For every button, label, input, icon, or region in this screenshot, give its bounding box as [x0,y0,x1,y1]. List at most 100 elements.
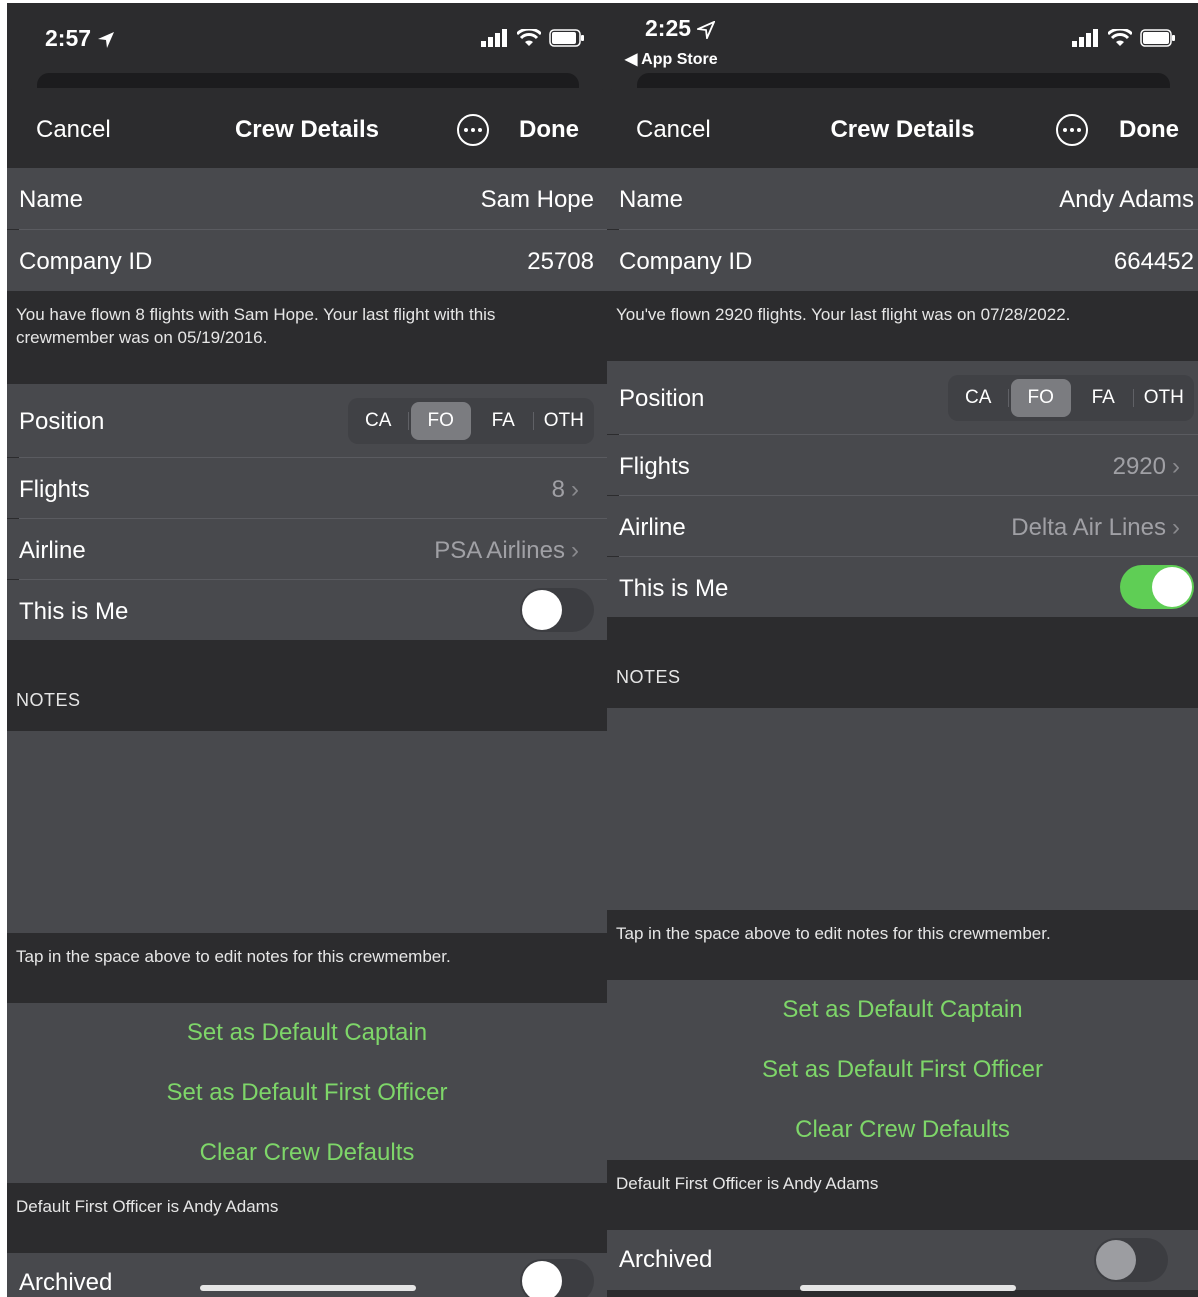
notes-footer: Tap in the space above to edit notes for… [7,933,607,1003]
history-footer: You have flown 8 flights with Sam Hope. … [7,291,607,384]
notes-header-area: NOTES [7,640,607,731]
company-id-row[interactable]: Company ID 664452 [607,230,1198,291]
defaults-note: Default First Officer is Andy Adams [616,1174,879,1193]
cellular-signal-icon [481,29,507,47]
segment-ca[interactable]: CA [348,402,409,440]
notes-textarea[interactable] [7,731,607,933]
notes-header: NOTES [16,690,81,710]
airline-value: Delta Air Lines › [1011,514,1180,541]
company-id-row[interactable]: Company ID 25708 [7,230,607,291]
this-is-me-label: This is Me [619,575,729,602]
notes-hint: Tap in the space above to edit notes for… [16,947,451,966]
position-row: Position CA FO FA OTH [7,384,607,457]
set-default-captain-button[interactable]: Set as Default Captain [7,1003,607,1063]
archived-label: Archived [619,1246,713,1273]
clear-crew-defaults-button[interactable]: Clear Crew Defaults [607,1100,1198,1160]
this-is-me-toggle[interactable] [520,588,594,632]
home-indicator [800,1285,1016,1291]
flight-history-note: You've flown 2920 flights. Your last fli… [616,305,1071,324]
status-icons [1072,29,1176,47]
chevron-right-icon: › [571,476,579,503]
set-default-first-officer-button[interactable]: Set as Default First Officer [7,1063,607,1123]
chevron-right-icon: › [1172,514,1180,541]
archived-toggle[interactable] [520,1259,594,1297]
notes-textarea[interactable] [607,708,1198,910]
company-id-label: Company ID [19,248,153,275]
company-id-label: Company ID [619,248,753,275]
wifi-icon [1108,29,1132,46]
history-footer: You've flown 2920 flights. Your last fli… [607,291,1198,361]
this-is-me-row: This is Me [7,580,607,640]
status-time: 2:57 [45,25,115,52]
flights-label: Flights [619,453,690,480]
segment-oth[interactable]: OTH [1134,379,1195,417]
airline-row[interactable]: Airline PSA Airlines › [7,519,607,579]
position-label: Position [19,408,105,435]
defaults-footer: Default First Officer is Andy Adams [7,1183,607,1253]
airline-label: Airline [619,514,686,541]
set-default-first-officer-button[interactable]: Set as Default First Officer [607,1040,1198,1100]
position-row: Position CA FO FA OTH [607,361,1198,434]
more-options-icon[interactable] [457,114,489,146]
airline-label: Airline [19,537,86,564]
flights-row[interactable]: Flights 2920 › [607,435,1198,495]
segment-fa[interactable]: FA [1073,379,1134,417]
nav-bar: Cancel Crew Details Done [607,88,1198,168]
flights-value: 8 › [551,476,579,503]
this-is-me-label: This is Me [19,598,129,625]
notes-header: NOTES [616,667,681,687]
screen-sam-hope: 2:57 Cancel Crew Details Done Name Sam H… [7,3,607,1297]
name-value[interactable]: Sam Hope [481,186,594,214]
wifi-icon [517,29,541,46]
company-id-value[interactable]: 664452 [1114,248,1194,276]
defaults-footer: Default First Officer is Andy Adams [607,1160,1198,1230]
name-row[interactable]: Name Andy Adams [607,168,1198,229]
status-time: 2:25 [645,15,716,42]
position-segmented-control[interactable]: CA FO FA OTH [348,398,594,444]
name-value[interactable]: Andy Adams [1059,186,1194,214]
chevron-right-icon: › [571,537,579,564]
notes-hint: Tap in the space above to edit notes for… [616,924,1051,943]
name-label: Name [619,186,684,213]
clear-crew-defaults-button[interactable]: Clear Crew Defaults [7,1123,607,1183]
segment-fo[interactable]: FO [410,402,471,440]
page-title: Crew Details [830,116,975,143]
segment-oth[interactable]: OTH [534,402,595,440]
flights-row[interactable]: Flights 8 › [7,458,607,518]
company-id-value[interactable]: 25708 [527,248,594,276]
location-arrow-icon [98,31,115,48]
nav-bar: Cancel Crew Details Done [7,88,607,168]
airline-value: PSA Airlines › [434,537,579,564]
set-default-captain-button[interactable]: Set as Default Captain [607,980,1198,1040]
archived-row: Archived [607,1230,1198,1290]
page-title: Crew Details [234,116,380,143]
archived-toggle[interactable] [1094,1238,1168,1282]
segment-fa[interactable]: FA [473,402,534,440]
flight-history-note: You have flown 8 flights with Sam Hope. … [16,305,496,347]
defaults-note: Default First Officer is Andy Adams [16,1197,279,1216]
segment-ca[interactable]: CA [948,379,1009,417]
home-indicator [200,1285,416,1291]
name-label: Name [19,186,84,213]
done-button[interactable]: Done [1119,116,1179,144]
airline-row[interactable]: Airline Delta Air Lines › [607,496,1198,556]
archived-label: Archived [19,1269,113,1296]
segment-fo[interactable]: FO [1010,379,1071,417]
more-options-icon[interactable] [1056,114,1088,146]
name-row[interactable]: Name Sam Hope [7,168,607,229]
flights-label: Flights [19,476,90,503]
back-to-app-store-link[interactable]: ◀ App Store [625,49,718,69]
flights-value: 2920 › [1112,453,1180,480]
location-arrow-icon [697,20,716,39]
this-is-me-toggle[interactable] [1120,565,1194,609]
notes-footer: Tap in the space above to edit notes for… [607,910,1198,980]
battery-icon [1140,29,1175,47]
position-label: Position [619,385,705,412]
notes-header-area: NOTES [607,617,1198,708]
this-is-me-row: This is Me [607,557,1198,617]
done-button[interactable]: Done [519,116,579,144]
chevron-right-icon: › [1172,453,1180,480]
screen-andy-adams: 2:25 ◀ App Store Cancel Crew Details Don… [607,3,1198,1297]
position-segmented-control[interactable]: CA FO FA OTH [948,375,1194,421]
status-icons [481,29,585,47]
